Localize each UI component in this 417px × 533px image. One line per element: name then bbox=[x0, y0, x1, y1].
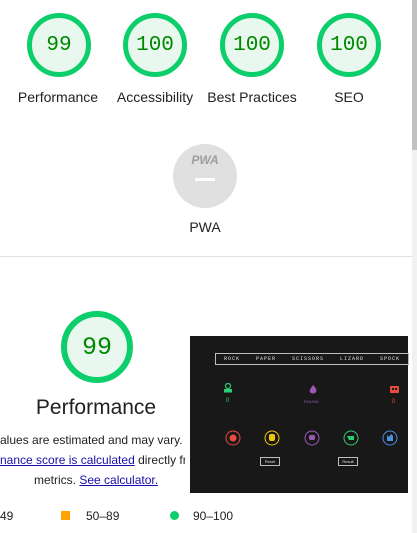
player-icon bbox=[224, 383, 232, 393]
best-practices-gauge[interactable]: 100 bbox=[220, 13, 284, 77]
best-practices-label[interactable]: Best Practices bbox=[197, 87, 307, 107]
cpu-score: 0 bbox=[392, 399, 396, 405]
scissors-hand-icon bbox=[304, 430, 320, 446]
seo-score: 100 bbox=[330, 33, 368, 57]
best-practices-score: 100 bbox=[233, 33, 271, 57]
legend-pass-text: 90–100 bbox=[193, 509, 234, 523]
choice-paper-text: PAPER bbox=[255, 356, 276, 362]
performance-description-line1: alues are estimated and may vary. T bbox=[0, 433, 193, 447]
round-label: ROUND bbox=[304, 399, 319, 404]
performance-detail-gauge: 99 bbox=[61, 311, 133, 383]
cpu-robot-icon bbox=[390, 386, 399, 393]
game-screenshot: ROCK PAPER SCISSORS LIZARD SPOCK 0 ROUND… bbox=[190, 336, 409, 493]
legend-pass-circle-icon bbox=[170, 511, 179, 520]
legend-average-square-icon bbox=[61, 511, 70, 520]
choice-rock-text: ROCK bbox=[223, 356, 240, 362]
performance-score: 99 bbox=[46, 33, 72, 57]
section-divider bbox=[0, 256, 412, 257]
final-screenshot-thumbnail[interactable]: ROCK PAPER SCISSORS LIZARD SPOCK 0 ROUND… bbox=[185, 331, 412, 497]
choice-scissors-text: SCISSORS bbox=[291, 356, 324, 362]
player-score: 0 bbox=[226, 398, 230, 404]
pwa-badge-text: PWA bbox=[191, 153, 219, 167]
paper-hand-icon bbox=[264, 430, 280, 446]
performance-description-line3: metrics. See calculator. bbox=[34, 473, 158, 487]
pwa-badge-icon[interactable]: PWA bbox=[173, 144, 237, 208]
metrics-text: metrics. bbox=[34, 473, 80, 487]
seo-gauge[interactable]: 100 bbox=[317, 13, 381, 77]
spock-hand-icon bbox=[382, 430, 398, 446]
score-calculation-link[interactable]: nance score is calculated bbox=[0, 453, 135, 467]
reset-button: Reset bbox=[260, 457, 280, 466]
performance-gauge[interactable]: 99 bbox=[27, 13, 91, 77]
pwa-label[interactable]: PWA bbox=[150, 217, 260, 237]
accessibility-label[interactable]: Accessibility bbox=[100, 87, 210, 107]
seo-label[interactable]: SEO bbox=[294, 87, 404, 107]
choice-lizard-text: LIZARD bbox=[339, 356, 364, 362]
performance-detail-title: Performance bbox=[35, 396, 157, 419]
see-calculator-link[interactable]: See calculator. bbox=[79, 473, 158, 487]
round-icon bbox=[309, 385, 317, 394]
choice-spock-text: SPOCK bbox=[379, 356, 400, 362]
rock-hand-icon bbox=[225, 430, 241, 446]
choice-bar: ROCK PAPER SCISSORS LIZARD SPOCK bbox=[215, 353, 409, 365]
performance-description-line2: nance score is calculated directly fro bbox=[0, 453, 193, 467]
scrollbar-thumb[interactable] bbox=[412, 0, 417, 150]
accessibility-gauge[interactable]: 100 bbox=[123, 13, 187, 77]
legend-fail-text: 49 bbox=[0, 509, 14, 523]
pwa-badge-bar bbox=[195, 178, 215, 181]
performance-label[interactable]: Performance bbox=[3, 87, 113, 107]
performance-detail-score: 99 bbox=[81, 332, 112, 362]
lizard-hand-icon bbox=[343, 430, 359, 446]
legend-average-text: 50–89 bbox=[86, 509, 120, 523]
result-button: Result bbox=[338, 457, 358, 466]
accessibility-score: 100 bbox=[136, 33, 174, 57]
